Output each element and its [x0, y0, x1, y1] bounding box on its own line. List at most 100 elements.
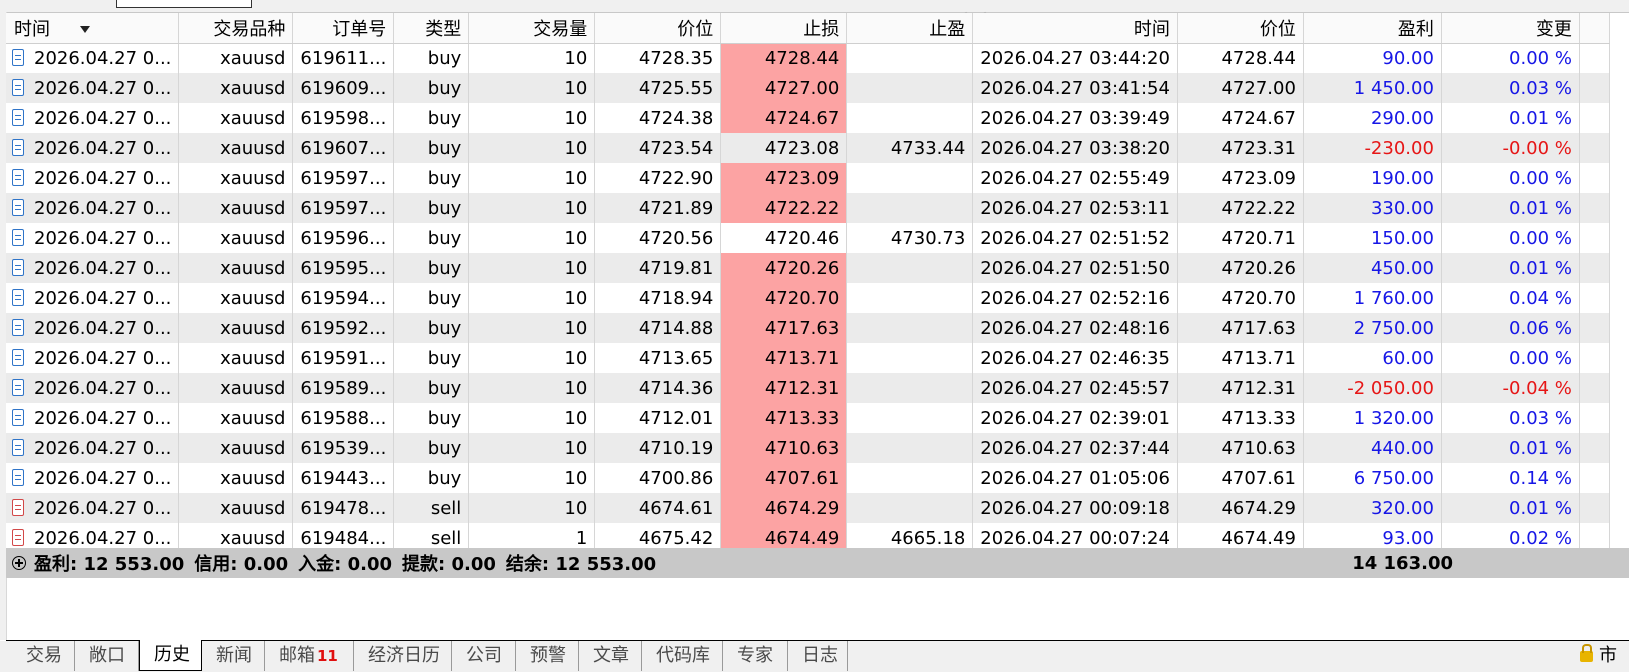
cell-change: -0.00 % [1441, 133, 1580, 163]
cell-tp [846, 313, 974, 343]
tab-2[interactable]: 历史 [139, 640, 202, 671]
table-row[interactable]: 2026.04.27 0... xauusd 619592... buy 10 4714.… [6, 313, 1610, 343]
cell-tp [846, 43, 974, 73]
summary-bar: 盈利: 12 553.00 信用: 0.00 入金: 0.00 提款: 0.00… [6, 548, 1629, 578]
tab-0[interactable]: 交易 [12, 641, 75, 671]
column-header-stop-loss[interactable]: 止损 [720, 13, 848, 44]
cell-sl: 4712.31 [720, 373, 848, 403]
cell-open-price: 4700.86 [594, 463, 722, 493]
column-header-close-price[interactable]: 价位 [1177, 13, 1304, 44]
column-header-change[interactable]: 变更 [1441, 13, 1580, 44]
open-time-text: 2026.04.27 0... [34, 497, 172, 519]
table-row[interactable]: 2026.04.27 0... xauusd 619588... buy 10 4712.… [6, 403, 1610, 433]
tab-label: 交易 [26, 645, 62, 666]
cell-change: 0.01 % [1441, 493, 1580, 523]
cell-open-time: 2026.04.27 0... [6, 403, 180, 433]
cell-close-time: 2026.04.27 02:52:16 [972, 283, 1178, 313]
table-row[interactable]: 2026.04.27 0... xauusd 619443... buy 10 4700.… [6, 463, 1610, 493]
cell-change: 0.01 % [1441, 433, 1580, 463]
cell-open-time: 2026.04.27 0... [6, 493, 180, 523]
table-row[interactable]: 2026.04.27 0... xauusd 619611... buy 10 4728.… [6, 43, 1610, 73]
column-header-open-time[interactable]: 时间 [6, 13, 180, 44]
tab-4[interactable]: 邮箱 11 [265, 641, 354, 671]
column-header-ticket[interactable]: 订单号 [292, 13, 395, 44]
column-header-open-price[interactable]: 价位 [594, 13, 722, 44]
table-row[interactable]: 2026.04.27 0... xauusd 619609... buy 10 4725.… [6, 73, 1610, 103]
summary-profit: 盈利: 12 553.00 [34, 554, 185, 575]
cell-volume: 10 [468, 433, 596, 463]
cell-volume: 10 [468, 403, 596, 433]
red-doc-icon [12, 528, 24, 546]
column-header-overflow[interactable] [1579, 13, 1610, 44]
tab-5[interactable]: 经济日历 [354, 641, 452, 671]
sort-descending-icon[interactable] [80, 26, 90, 34]
cell-open-time: 2026.04.27 0... [6, 193, 180, 223]
cell-close-price: 4723.09 [1177, 163, 1304, 193]
cell-profit: 190.00 [1303, 163, 1442, 193]
cell-change: 0.01 % [1441, 193, 1580, 223]
cell-tp [846, 373, 974, 403]
table-row[interactable]: 2026.04.27 0... xauusd 619597... buy 10 4721.… [6, 193, 1610, 223]
table-row[interactable]: 2026.04.27 0... xauusd 619607... buy 10 4723.… [6, 133, 1610, 163]
column-header-close-time[interactable]: 时间 [972, 13, 1178, 44]
tab-10[interactable]: 专家 [723, 641, 788, 671]
tab-7[interactable]: 预警 [516, 641, 579, 671]
table-row[interactable]: 2026.04.27 0... xauusd 619597... buy 10 4722.… [6, 163, 1610, 193]
cell-volume: 10 [468, 253, 596, 283]
cell-profit: -2 050.00 [1303, 373, 1442, 403]
tab-1[interactable]: 敞口 [75, 641, 139, 671]
summary-balance: 结余: 12 553.00 [505, 554, 657, 575]
table-row[interactable]: 2026.04.27 0... xauusd 619539... buy 10 4710.… [6, 433, 1610, 463]
cell-ticket: 619597... [292, 163, 395, 193]
open-time-text: 2026.04.27 0... [34, 257, 172, 279]
cell-open-time: 2026.04.27 0... [6, 43, 180, 73]
cell-sl: 4720.70 [720, 283, 848, 313]
cell-overflow [1579, 313, 1610, 343]
column-header-symbol[interactable]: 交易品种 [178, 13, 294, 44]
open-time-text: 2026.04.27 0... [34, 137, 172, 159]
cell-sl: 4717.63 [720, 313, 848, 343]
tab-3[interactable]: 新闻 [202, 641, 265, 671]
table-row[interactable]: 2026.04.27 0... xauusd 619589... buy 10 4714.… [6, 373, 1610, 403]
cell-change: 0.04 % [1441, 283, 1580, 313]
cell-type: buy [393, 103, 470, 133]
cell-open-price: 4720.56 [594, 223, 722, 253]
column-header-type[interactable]: 类型 [393, 13, 470, 44]
tab-8[interactable]: 文章 [579, 641, 642, 671]
tab-9[interactable]: 代码库 [642, 641, 723, 671]
expand-plus-icon[interactable] [12, 556, 26, 570]
blue-doc-icon [12, 48, 24, 66]
open-time-text: 2026.04.27 0... [34, 347, 172, 369]
column-header-volume[interactable]: 交易量 [468, 13, 596, 44]
table-row[interactable]: 2026.04.27 0... xauusd 619596... buy 10 4720.… [6, 223, 1610, 253]
cell-profit: 2 750.00 [1303, 313, 1442, 343]
cell-change: 0.00 % [1441, 163, 1580, 193]
cell-close-time: 2026.04.27 02:51:52 [972, 223, 1178, 253]
open-time-text: 2026.04.27 0... [34, 437, 172, 459]
cell-symbol: xauusd [178, 43, 294, 73]
cell-ticket: 619591... [292, 343, 395, 373]
blue-doc-icon [12, 78, 24, 96]
blue-doc-icon [12, 198, 24, 216]
column-header-profit[interactable]: 盈利 [1303, 13, 1442, 44]
table-row[interactable]: 2026.04.27 0... xauusd 619598... buy 10 4724.… [6, 103, 1610, 133]
cell-overflow [1579, 463, 1610, 493]
red-doc-icon [12, 498, 24, 516]
history-panel: www.eazhijia.com@宝宝pan 时间 交易品种 订单号 类型 交易… [0, 0, 1629, 672]
table-row[interactable]: 2026.04.27 0... xauusd 619591... buy 10 4713.… [6, 343, 1610, 373]
table-row[interactable]: 2026.04.27 0... xauusd 619594... buy 10 4718.… [6, 283, 1610, 313]
tab-6[interactable]: 公司 [452, 641, 516, 671]
cell-change: 0.01 % [1441, 253, 1580, 283]
cell-sl: 4710.63 [720, 433, 848, 463]
table-row[interactable]: 2026.04.27 0... xauusd 619595... buy 10 4719.… [6, 253, 1610, 283]
cell-close-time: 2026.04.27 02:45:57 [972, 373, 1178, 403]
cell-close-time: 2026.04.27 00:09:18 [972, 493, 1178, 523]
cell-symbol: xauusd [178, 103, 294, 133]
table-row[interactable]: 2026.04.27 0... xauusd 619478... sell 10 4674… [6, 493, 1610, 523]
top-tab-stub[interactable] [116, 0, 252, 8]
cell-close-time: 2026.04.27 03:41:54 [972, 73, 1178, 103]
column-header-take-profit[interactable]: 止盈 [846, 13, 974, 44]
cell-close-time: 2026.04.27 02:48:16 [972, 313, 1178, 343]
tab-11[interactable]: 日志 [788, 641, 848, 671]
open-time-text: 2026.04.27 0... [34, 47, 172, 69]
